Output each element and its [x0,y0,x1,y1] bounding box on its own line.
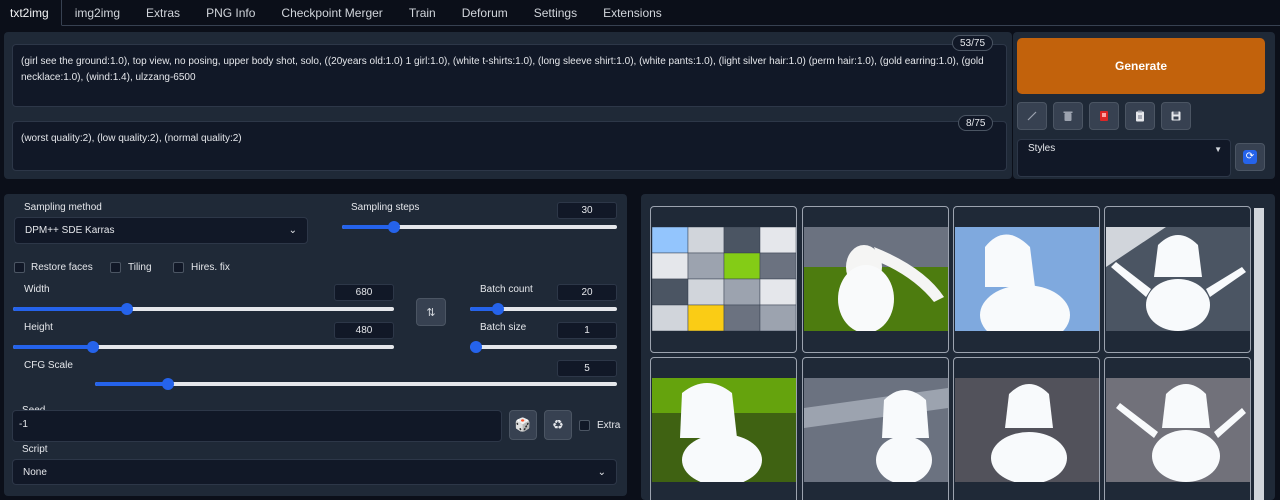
cfg-scale-slider[interactable] [95,377,617,391]
gallery-image-1[interactable] [802,206,949,353]
chevron-down-icon: ⌄ [597,466,606,478]
restore-faces-checkbox[interactable] [14,262,25,273]
restore-faces-label: Restore faces [31,262,93,273]
pencil-icon[interactable] [1017,102,1047,130]
batch-size-label: Batch size [480,322,527,333]
gallery-image-7[interactable] [1104,357,1251,500]
script-label: Script [22,444,48,455]
refresh-icon: ⟳ [1243,150,1257,164]
positive-token-counter: 53/75 [952,35,994,51]
tab-settings[interactable]: Settings [521,0,590,25]
actions-panel: Generate Styles ▼ ⟳ [1013,32,1275,179]
red-card-icon[interactable] [1089,102,1119,130]
generated-image [804,227,948,331]
generated-image [652,378,796,482]
sampling-steps-label: Sampling steps [351,202,420,213]
batch-size-slider[interactable] [470,340,617,354]
generated-image [804,378,948,482]
generated-image [955,378,1099,482]
gallery-scrollbar[interactable] [1254,208,1264,500]
gallery-image-5[interactable] [802,357,949,500]
width-label: Width [24,284,50,295]
script-select[interactable]: None ⌄ [12,459,617,485]
clipboard-icon[interactable] [1125,102,1155,130]
random-seed-button[interactable]: 🎲 [509,410,537,440]
output-gallery [641,194,1275,500]
batch-count-slider[interactable] [470,302,617,316]
chevron-down-icon: ⌄ [288,225,297,236]
batch-count-input[interactable]: 20 [557,284,617,301]
extra-seed-checkbox[interactable] [579,420,590,431]
batch-size-input[interactable]: 1 [557,322,617,339]
generation-settings: Sampling method DPM++ SDE Karras ⌄ Sampl… [4,194,627,496]
hires-fix-checkbox[interactable] [173,262,184,273]
generate-button[interactable]: Generate [1017,38,1265,94]
width-slider[interactable] [13,302,394,316]
styles-dropdown[interactable]: Styles ▼ [1017,139,1231,177]
main-tabs: txt2img img2img Extras PNG Info Checkpoi… [0,0,1280,26]
height-input[interactable]: 480 [334,322,394,339]
height-label: Height [24,322,53,333]
negative-token-counter: 8/75 [958,115,994,131]
cfg-scale-label: CFG Scale [24,360,73,371]
gallery-image-3[interactable] [1104,206,1251,353]
batch-count-label: Batch count [480,284,533,295]
width-input[interactable]: 680 [334,284,394,301]
tiling-label: Tiling [128,262,152,273]
grid-preview-image [652,227,796,331]
tab-extras[interactable]: Extras [133,0,193,25]
tiling-checkbox[interactable] [110,262,121,273]
sampling-method-select[interactable]: DPM++ SDE Karras ⌄ [14,217,308,244]
extra-label: Extra [597,420,621,431]
refresh-styles-button[interactable]: ⟳ [1235,143,1265,171]
chevron-down-icon: ▼ [1214,145,1222,154]
negative-prompt-input[interactable]: (worst quality:2), (low quality:2), (nor… [12,121,1007,171]
tab-img2img[interactable]: img2img [62,0,133,25]
tab-deforum[interactable]: Deforum [449,0,521,25]
gallery-image-2[interactable] [953,206,1100,353]
swap-arrows-icon: ⇅ [426,306,436,319]
prompt-panel: (girl see the ground:1.0), top view, no … [4,32,1012,179]
gallery-image-4[interactable] [650,357,797,500]
sampling-method-value: DPM++ SDE Karras [25,225,115,236]
height-slider[interactable] [13,340,394,354]
styles-label: Styles [1028,143,1056,154]
tab-train[interactable]: Train [396,0,449,25]
cfg-scale-input[interactable]: 5 [557,360,617,377]
script-value: None [23,466,47,478]
gallery-image-6[interactable] [953,357,1100,500]
tab-checkpoint-merger[interactable]: Checkpoint Merger [268,0,395,25]
sampling-steps-slider[interactable] [342,220,617,234]
save-icon[interactable] [1161,102,1191,130]
tab-extensions[interactable]: Extensions [590,0,675,25]
generated-image [955,227,1099,331]
dice-icon: 🎲 [514,417,532,432]
tab-txt2img[interactable]: txt2img [0,0,62,26]
tab-png-info[interactable]: PNG Info [193,0,268,25]
swap-dimensions-button[interactable]: ⇅ [416,298,446,326]
sampling-steps-input[interactable]: 30 [557,202,617,219]
generated-image [1106,378,1250,482]
gallery-image-grid[interactable] [650,206,797,353]
positive-prompt-input[interactable]: (girl see the ground:1.0), top view, no … [12,44,1007,107]
sampling-method-label: Sampling method [24,202,102,213]
seed-value: -1 [19,419,28,430]
hires-fix-label: Hires. fix [191,262,230,273]
generated-image [1106,227,1250,331]
seed-input[interactable]: -1 [12,410,502,442]
reuse-seed-button[interactable]: ♻ [544,410,572,440]
recycle-icon: ♻ [552,417,564,432]
trash-icon[interactable] [1053,102,1083,130]
